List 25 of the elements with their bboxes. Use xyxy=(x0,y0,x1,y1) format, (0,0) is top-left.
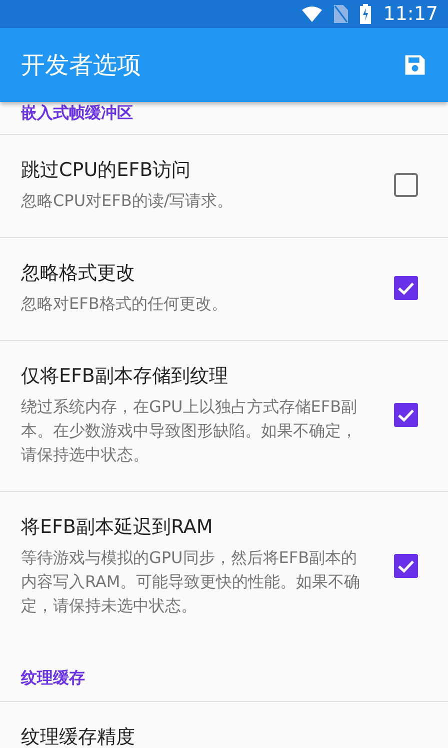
setting-row[interactable]: 纹理缓存精度 xyxy=(0,702,448,748)
setting-summary: 等待游戏与模拟的GPU同步，然后将EFB副本的内容写入RAM。可能导致更快的性能。如果不确定，请保持未选中状态。 xyxy=(21,547,362,617)
screen-title: 开发者选项 xyxy=(21,50,141,81)
checkbox[interactable] xyxy=(394,276,418,300)
setting-summary: 绕过系统内存，在GPU上以独占方式存储EFB副本。在少数游戏中导致图形缺陷。如果不确定，请保持选中状态。 xyxy=(21,396,358,466)
checkbox[interactable] xyxy=(394,554,418,578)
setting-row[interactable]: 忽略格式更改 忽略对EFB格式的任何更改。 xyxy=(0,238,448,341)
setting-row[interactable]: 将EFB副本延迟到RAM 等待游戏与模拟的GPU同步，然后将EFB副本的内容写入RAM。可能导致更快的性能。如果不确定，请保持未选中状态。 xyxy=(0,492,448,642)
setting-title: 仅将EFB副本存储到纹理 xyxy=(21,364,229,389)
section-header: 嵌入式帧缓冲区 xyxy=(21,103,133,124)
checkbox[interactable] xyxy=(394,403,418,427)
setting-summary: 忽略对EFB格式的任何更改。 xyxy=(21,293,228,315)
no-sim-icon xyxy=(334,5,348,23)
battery-charging-icon xyxy=(360,4,372,24)
setting-row[interactable]: 仅将EFB副本存储到纹理 绕过系统内存，在GPU上以独占方式存储EFB副本。在少数游戏中导致图形缺陷。如果不确定，请保持选中状态。 xyxy=(0,341,448,492)
setting-summary: 忽略CPU对EFB的读/写请求。 xyxy=(21,190,234,212)
section-header: 纹理缓存 xyxy=(21,668,85,689)
setting-row[interactable]: 跳过CPU的EFB访问 忽略CPU对EFB的读/写请求。 xyxy=(0,135,448,238)
setting-title: 忽略格式更改 xyxy=(21,261,136,286)
checkbox[interactable] xyxy=(394,173,418,197)
wifi-icon xyxy=(302,6,322,22)
setting-title: 跳过CPU的EFB访问 xyxy=(21,158,192,183)
setting-title: 将EFB副本延迟到RAM xyxy=(21,515,214,540)
clock-time: 11:17 xyxy=(383,3,438,25)
setting-title: 纹理缓存精度 xyxy=(21,725,136,748)
